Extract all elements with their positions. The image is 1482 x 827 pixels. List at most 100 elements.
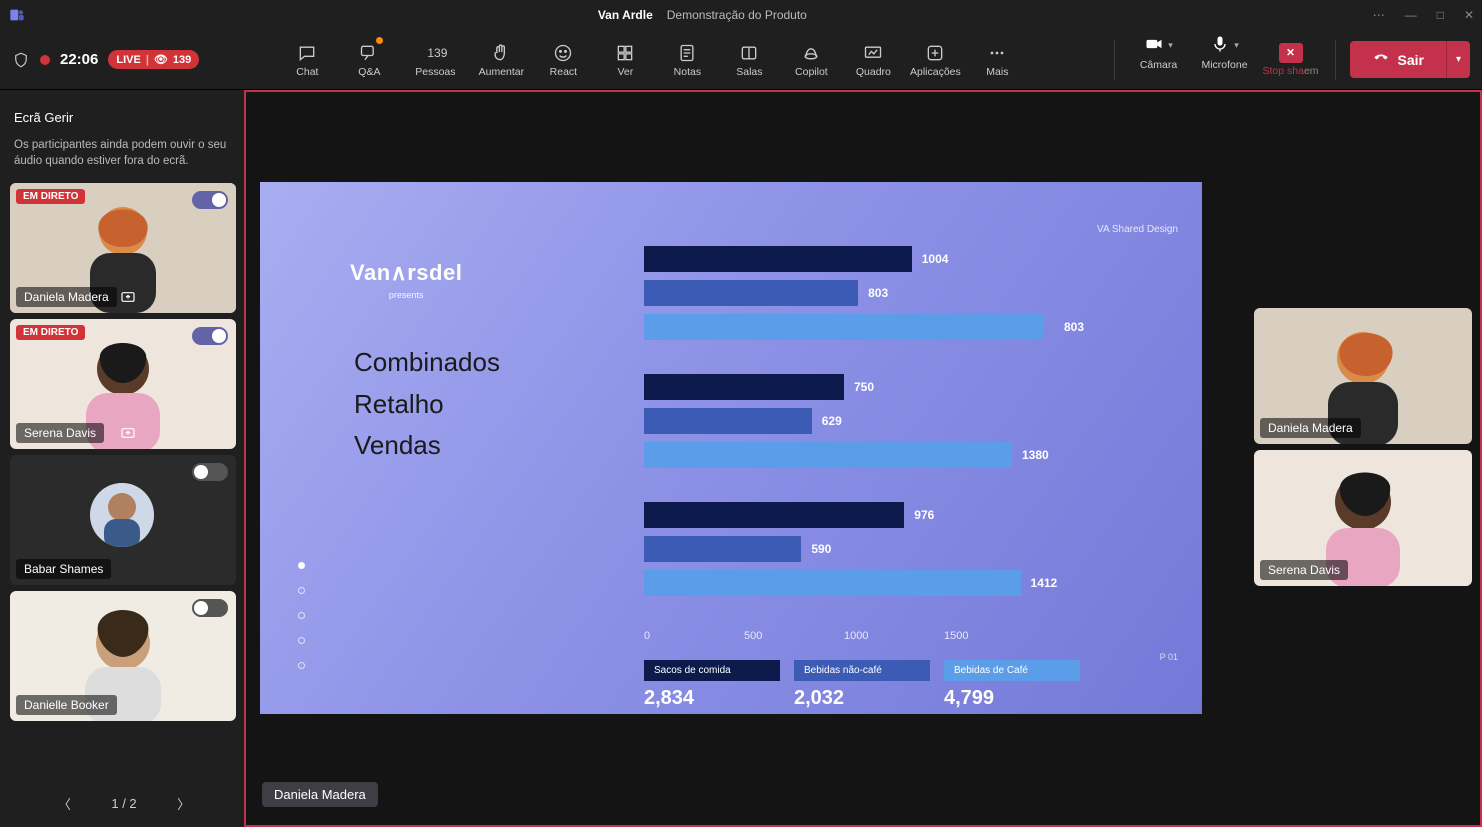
separator [1114, 40, 1115, 80]
chevron-down-icon[interactable]: ▾ [1168, 40, 1173, 51]
bar-value-label: 1380 [1022, 448, 1049, 462]
screen-share-icon [120, 426, 136, 442]
bar-value-label: 976 [914, 508, 934, 522]
bring-on-screen-toggle[interactable] [192, 599, 228, 617]
more-button[interactable]: Mais [969, 34, 1025, 86]
view-button[interactable]: Ver [597, 34, 653, 86]
participant-tile[interactable]: Babar Shames [10, 455, 236, 585]
brand-subtitle: presents [350, 290, 462, 300]
participant-name: Serena Davis [16, 423, 104, 443]
participant-name: Danielle Booker [16, 695, 117, 715]
page-indicator: 1 / 2 [111, 796, 136, 811]
maximize-icon[interactable]: □ [1437, 8, 1444, 22]
qa-button[interactable]: Q&A [341, 34, 397, 86]
react-button[interactable]: React [535, 34, 591, 86]
participant-tile[interactable]: Danielle Booker [10, 591, 236, 721]
slide-page-number: P 01 [1160, 652, 1178, 662]
manage-screen-sidebar: Ecrã Gerir Os participantes ainda podem … [0, 90, 244, 827]
meeting-owner: Van Ardle [598, 8, 653, 22]
participant-name: Daniela Madera [16, 287, 117, 307]
separator [1335, 40, 1336, 80]
bar-value-label: 1412 [1031, 576, 1058, 590]
smile-icon [552, 42, 574, 64]
nav-dot[interactable] [298, 562, 305, 569]
participant-name: Daniela Madera [1260, 418, 1361, 438]
device-controls: ▾ Câmara ▾ Microfone ✕ Stop sharingStop … [1106, 34, 1470, 86]
apps-button[interactable]: Aplicações [907, 34, 963, 86]
chart-bar: 750 [644, 374, 1124, 400]
toolbar: Chat Q&A 139 Pessoas Aumentar React Ver [199, 34, 1105, 86]
participant-tile[interactable]: Daniela Madera [1254, 308, 1472, 444]
rooms-icon [738, 42, 760, 64]
ellipsis-icon [986, 42, 1008, 64]
microphone-button[interactable]: ▾ Microfone [1195, 34, 1255, 86]
legend-item: Bebidas de Café [944, 660, 1080, 681]
participant-name: Babar Shames [16, 559, 111, 579]
chart-bar: 976 [644, 502, 1124, 528]
chart-bar: 1412 [644, 570, 1124, 596]
chart-bar: 1380 [644, 442, 1124, 468]
camera-button[interactable]: ▾ Câmara [1129, 34, 1189, 86]
chat-button[interactable]: Chat [279, 34, 335, 86]
nav-dot[interactable] [298, 662, 305, 669]
meeting-name: Demonstração do Produto [667, 8, 807, 22]
presenter-name-tag: Daniela Madera [262, 782, 378, 807]
close-icon[interactable]: ✕ [1464, 8, 1474, 22]
people-button[interactable]: 139 Pessoas [403, 34, 467, 86]
slide-nav-dots [298, 562, 305, 669]
legend-item: Bebidas não-café [794, 660, 930, 681]
presentation-slide: VA Shared Design Van∧rsdel presents Comb… [260, 182, 1202, 714]
participant-tile[interactable]: EM DIRETO Daniela Madera [10, 183, 236, 313]
hand-icon [490, 42, 512, 64]
qa-icon [358, 42, 380, 64]
leave-button[interactable]: Sair [1350, 41, 1446, 78]
notes-button[interactable]: Notas [659, 34, 715, 86]
bring-on-screen-toggle[interactable] [192, 463, 228, 481]
nav-dot[interactable] [298, 637, 305, 644]
raise-hand-button[interactable]: Aumentar [473, 34, 529, 86]
minimize-icon[interactable]: ― [1405, 8, 1417, 22]
stop-sharing-button[interactable]: ✕ Stop sharingStop shaem [1261, 43, 1321, 77]
bar-value-label: 750 [854, 380, 874, 394]
plus-square-icon [924, 42, 946, 64]
spotlight-participants: Daniela Madera Serena Davis [1250, 298, 1476, 586]
chevron-down-icon[interactable]: ▾ [1234, 40, 1239, 51]
participant-tiles: EM DIRETO Daniela Madera EM DIRETO Seren… [10, 183, 238, 721]
prev-page-button[interactable]: 〈 [53, 794, 75, 813]
copilot-button[interactable]: Copilot [783, 34, 839, 86]
legend-item: Sacos de comida [644, 660, 780, 681]
chart-bar: 803 [644, 280, 1124, 306]
people-icon: 139 [424, 42, 446, 64]
shield-icon[interactable] [12, 51, 30, 69]
live-badge[interactable]: LIVE | 👁 139 [108, 50, 199, 69]
slide-brand: Van∧rsdel presents [350, 260, 462, 300]
notification-dot-icon [376, 37, 383, 44]
sidebar-title: Ecrã Gerir [10, 100, 238, 131]
stop-sharing-icon: ✕ [1279, 43, 1303, 63]
participant-name: Serena Davis [1260, 560, 1348, 580]
nav-dot[interactable] [298, 587, 305, 594]
camera-icon [1144, 34, 1164, 57]
meeting-control-bar: 22:06 LIVE | 👁 139 Chat Q&A 139 Pessoas [0, 30, 1482, 90]
avatar [90, 483, 154, 547]
leave-options-button[interactable]: ▾ [1446, 41, 1470, 78]
participant-tile[interactable]: EM DIRETO Serena Davis [10, 319, 236, 449]
chart-bar: 629 [644, 408, 1124, 434]
pager: 〈 1 / 2 〉 [10, 784, 238, 827]
microphone-icon [1210, 34, 1230, 57]
slide-chart: 100480380375062913809765901412 0 500 100… [644, 246, 1124, 710]
phone-hangup-icon [1372, 49, 1390, 70]
chart-bar: 803 [644, 314, 1124, 340]
sidebar-note: Os participantes ainda podem ouvir o seu… [10, 131, 238, 183]
total-value: 2,834 [644, 687, 780, 710]
bring-on-screen-toggle[interactable] [192, 327, 228, 345]
whiteboard-button[interactable]: Quadro [845, 34, 901, 86]
participant-tile[interactable]: Serena Davis [1254, 450, 1472, 586]
whiteboard-icon [862, 42, 884, 64]
next-page-button[interactable]: 〉 [173, 794, 195, 813]
people-count: 139 [427, 46, 447, 60]
bring-on-screen-toggle[interactable] [192, 191, 228, 209]
more-dots-icon[interactable]: ⋯ [1373, 8, 1385, 22]
rooms-button[interactable]: Salas [721, 34, 777, 86]
nav-dot[interactable] [298, 612, 305, 619]
